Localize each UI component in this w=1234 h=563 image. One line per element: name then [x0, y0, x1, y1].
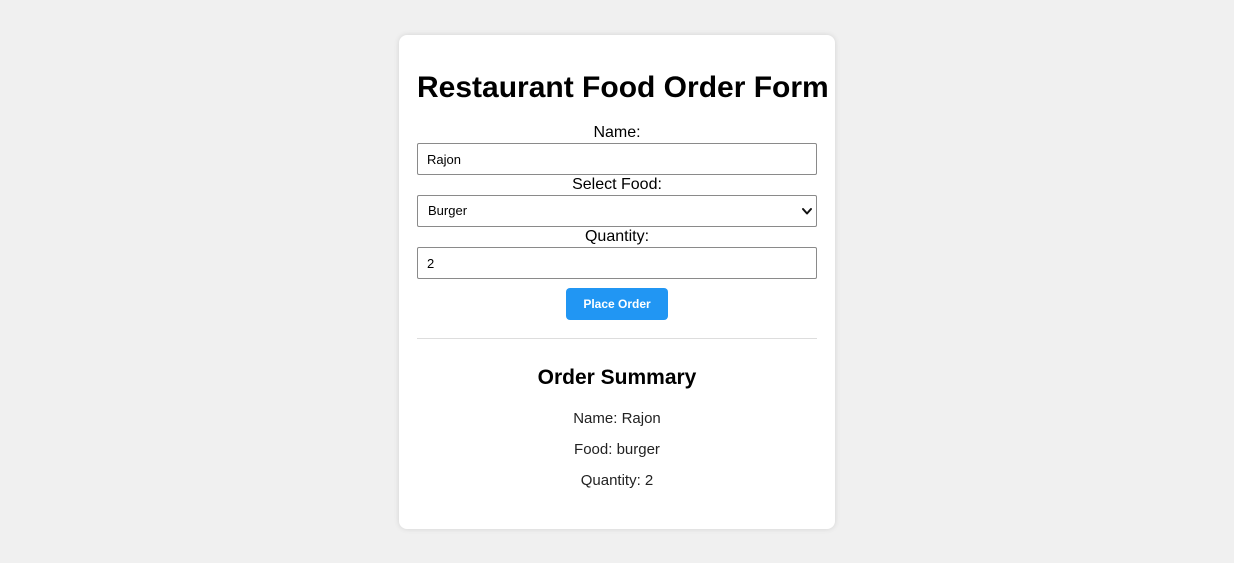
summary-food: Food: burger [574, 441, 660, 458]
chevron-down-icon [802, 208, 812, 215]
order-form-card: Restaurant Food Order Form Name: Select … [399, 35, 835, 529]
name-label: Name: [593, 124, 641, 141]
name-input[interactable] [417, 143, 817, 175]
food-label: Select Food: [572, 176, 662, 193]
divider [417, 338, 817, 339]
summary-name: Name: Rajon [573, 410, 661, 427]
quantity-input[interactable] [417, 247, 817, 279]
page-title: Restaurant Food Order Form [417, 71, 829, 104]
food-select[interactable]: Burger [417, 195, 817, 227]
summary-quantity: Quantity: 2 [580, 472, 654, 489]
summary-title: Order Summary [537, 366, 697, 389]
place-order-button[interactable]: Place Order [566, 288, 668, 320]
food-select-value: Burger [428, 203, 468, 218]
quantity-label: Quantity: [584, 228, 650, 245]
